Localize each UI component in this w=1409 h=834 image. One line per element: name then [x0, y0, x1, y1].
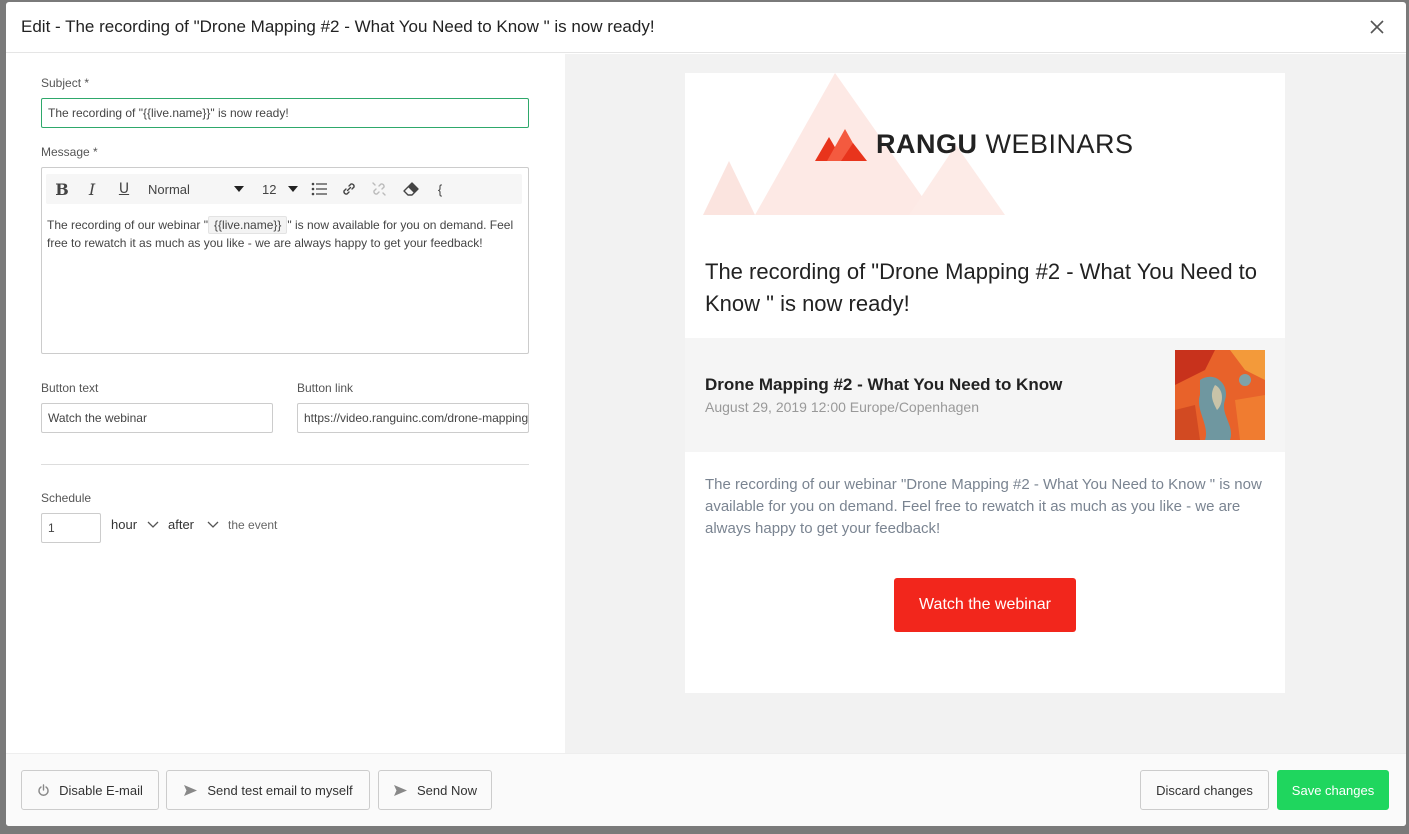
logo-bold: RANGU — [876, 129, 978, 159]
logo-light: WEBINARS — [977, 129, 1134, 159]
send-now-label: Send Now — [417, 782, 477, 798]
link-button[interactable] — [338, 174, 360, 204]
aerial-image — [1175, 350, 1265, 440]
button-link-label: Button link — [297, 381, 354, 395]
message-editor[interactable]: B I U Normal 12 {The recording of our w… — [41, 167, 529, 354]
live-name-token: {{live.name}} — [208, 216, 288, 234]
format-value: Normal — [148, 181, 190, 197]
divider — [41, 464, 529, 465]
message-label: Message * — [41, 145, 98, 159]
schedule-unit-select[interactable]: hour — [111, 517, 137, 532]
save-changes-button[interactable]: Save changes — [1277, 770, 1389, 810]
chevron-down-icon — [147, 521, 159, 528]
send-icon — [183, 784, 198, 797]
email-preview-panel: RANGU WEBINARS The recording of "Drone M… — [565, 54, 1406, 753]
button-text-input[interactable]: Watch the webinar — [41, 403, 273, 433]
chevron-down-icon — [234, 186, 244, 192]
bullet-list-icon — [311, 182, 327, 196]
editor-toolbar: B I U Normal 12 { — [46, 174, 522, 204]
event-card: Drone Mapping #2 - What You Need to Know… — [685, 338, 1285, 452]
email-preview: RANGU WEBINARS The recording of "Drone M… — [685, 73, 1285, 693]
subject-input[interactable]: The recording of "{{live.name}}" is now … — [41, 98, 529, 128]
list-button[interactable] — [308, 174, 330, 204]
email-header-banner: RANGU WEBINARS — [685, 73, 1285, 223]
message-body[interactable]: The recording of our webinar " {{live.nam… — [47, 216, 521, 252]
clear-format-button[interactable] — [400, 174, 422, 204]
email-body: The recording of our webinar "Drone Mapp… — [705, 476, 1262, 537]
size-select[interactable]: 12 — [260, 174, 300, 204]
modal-header: Edit - The recording of "Drone Mapping #… — [6, 2, 1406, 53]
schedule-amount-input[interactable]: 1 — [41, 513, 101, 543]
email-title: The recording of "Drone Mapping #2 - Wha… — [705, 259, 1258, 316]
subject-label: Subject * — [41, 76, 90, 90]
email-form: Subject * The recording of "{{live.name}… — [6, 54, 565, 753]
discard-changes-button[interactable]: Discard changes — [1140, 770, 1269, 810]
power-icon — [37, 783, 50, 797]
schedule-suffix: the event — [228, 518, 278, 532]
unlink-icon — [372, 182, 386, 196]
bold-button[interactable]: B — [52, 174, 72, 204]
link-icon — [343, 183, 355, 195]
eraser-icon — [403, 182, 419, 196]
size-value: 12 — [262, 181, 277, 197]
send-test-label: Send test email to myself — [207, 782, 353, 798]
schedule-label: Schedule — [41, 491, 92, 505]
unlink-button[interactable] — [368, 174, 390, 204]
message-text-before: The recording of our webinar " — [47, 218, 209, 232]
format-select[interactable]: Normal — [144, 174, 248, 204]
send-icon — [393, 784, 408, 797]
logo-wordmark: RANGU WEBINARS — [876, 129, 1134, 160]
event-date: August 29, 2019 12:00 Europe/Copenhagen — [705, 399, 980, 415]
event-name: Drone Mapping #2 - What You Need to Know — [705, 375, 1063, 394]
rangu-logo-icon — [815, 129, 867, 161]
disable-email-label: Disable E-mail — [59, 782, 143, 798]
chevron-down-icon — [288, 186, 298, 192]
modal-footer: Disable E-mail Send test email to myself… — [6, 753, 1406, 826]
chevron-down-icon — [207, 521, 219, 528]
disable-email-button[interactable]: Disable E-mail — [21, 770, 159, 810]
variable-button[interactable]: { — [434, 174, 446, 204]
edit-email-modal: Edit - The recording of "Drone Mapping #… — [6, 2, 1406, 826]
event-thumbnail — [1175, 350, 1265, 440]
button-link-input[interactable]: https://video.ranguinc.com/drone-mapping — [297, 403, 529, 433]
send-test-button[interactable]: Send test email to myself — [166, 770, 370, 810]
button-text-label: Button text — [41, 381, 99, 395]
close-icon — [1370, 20, 1384, 34]
send-now-button[interactable]: Send Now — [378, 770, 492, 810]
watch-webinar-button[interactable]: Watch the webinar — [894, 578, 1076, 632]
modal-title: Edit - The recording of "Drone Mapping #… — [21, 17, 655, 36]
schedule-relation-select[interactable]: after — [168, 517, 194, 532]
close-button[interactable] — [1370, 20, 1386, 36]
underline-button[interactable]: U — [114, 174, 134, 204]
italic-button[interactable]: I — [82, 174, 102, 204]
